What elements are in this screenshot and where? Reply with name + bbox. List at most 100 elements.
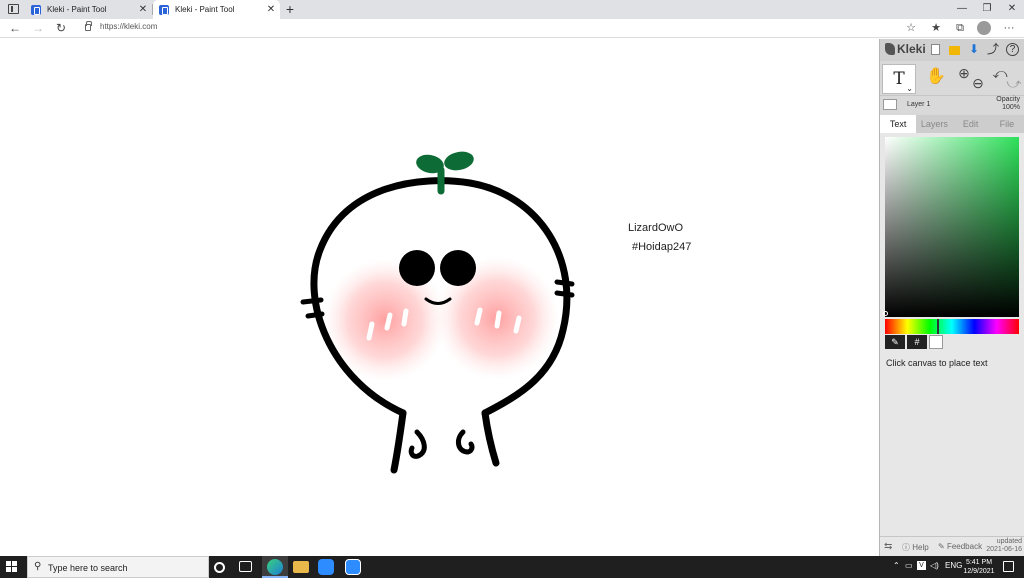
help-icon[interactable]: ? [1006, 43, 1019, 56]
kleki-side-panel: Kleki ⬇ ⤴ ? T ⌄ ✋ ⊕ ⊖ ⤺ ⤻ Layer 1 Opacit… [879, 39, 1024, 556]
tab-kleki-1[interactable]: Kleki - Paint Tool ✕ [25, 0, 152, 19]
feedback-label: Feedback [946, 542, 983, 551]
new-tab-button[interactable]: + [283, 1, 297, 17]
opacity-label: Opacity [996, 96, 1020, 103]
tab-actions-icon[interactable] [8, 4, 19, 14]
favorites-icon[interactable]: ★ [929, 21, 943, 35]
kleki-logo-icon [885, 43, 895, 55]
notification-icon[interactable] [1003, 561, 1014, 572]
hue-slider[interactable] [885, 319, 1019, 334]
text-tool-button[interactable]: T ⌄ [882, 64, 916, 94]
kleki-favicon-icon [159, 4, 169, 15]
more-icon[interactable]: ··· [1002, 21, 1016, 35]
zoom-out-icon[interactable]: ⊖ [970, 75, 986, 91]
taskbar-search-input[interactable]: ⚲ Type here to search [27, 556, 209, 578]
color-picker: ✎ # Click canvas to place text [880, 133, 1024, 556]
lock-icon[interactable] [85, 21, 92, 31]
hand-tool-icon[interactable]: ✋ [926, 69, 946, 85]
opacity-value: 100% [1002, 104, 1020, 111]
network-icon[interactable]: ▭ [905, 561, 913, 570]
tab-title: Kleki - Paint Tool [175, 5, 235, 14]
blush-line [384, 312, 393, 331]
download-icon[interactable]: ⬇ [967, 42, 981, 57]
tray-overflow-icon[interactable]: ⌃ [893, 561, 900, 570]
clock-date: 12/9/2021 [963, 568, 995, 575]
volume-icon[interactable]: ◁) [930, 561, 939, 570]
add-favorite-icon[interactable]: ☆ [904, 21, 918, 35]
redo-icon[interactable]: ⤻ [1006, 75, 1022, 91]
windows-start-icon[interactable] [6, 561, 18, 573]
tab-edit[interactable]: Edit [953, 115, 989, 133]
left-arm-mark [300, 297, 324, 305]
kleki-logo-text: Kleki [897, 42, 926, 56]
eyedropper-icon[interactable]: ✎ [885, 335, 905, 349]
tab-file[interactable]: File [989, 115, 1024, 133]
minimize-button[interactable]: — [950, 1, 974, 17]
left-foot [408, 429, 427, 459]
clock-time: 5:41 PM [965, 559, 993, 566]
panel-footer: ⇆ ⓘ Help ✎ Feedback updated 2021-06-16 [880, 536, 1024, 556]
tab-close-button[interactable]: ✕ [136, 4, 150, 15]
blush-line [513, 315, 522, 334]
open-file-icon[interactable] [949, 46, 960, 55]
zoom-icon[interactable] [318, 559, 334, 575]
swap-side-icon[interactable]: ⇆ [884, 541, 892, 552]
picker-actions: ✎ # [885, 335, 1019, 349]
file-explorer-icon[interactable] [293, 561, 309, 573]
address-bar: ← → ↻ https://kleki.com ☆ ★ ⧉ ··· [0, 19, 1024, 38]
task-view-icon[interactable] [239, 561, 252, 572]
text-tool-hint: Click canvas to place text [886, 358, 988, 368]
active-layer-row[interactable]: Layer 1 Opacity 100% [880, 95, 1024, 115]
zoom-meeting-icon[interactable] [345, 559, 361, 575]
tab-close-button[interactable]: ✕ [264, 4, 278, 15]
reload-button[interactable]: ↻ [53, 20, 69, 36]
share-icon[interactable]: ⤴ [986, 42, 1000, 57]
tab-kleki-2[interactable]: Kleki - Paint Tool ✕ [153, 0, 280, 19]
canvas-text-tag: #Hoidap247 [632, 241, 692, 253]
right-leg [481, 409, 500, 467]
feedback-link[interactable]: ✎ Feedback [938, 542, 982, 551]
profile-icon[interactable] [977, 21, 991, 35]
tab-layers[interactable]: Layers [916, 115, 952, 133]
layer-thumbnail [883, 99, 897, 110]
language-indicator[interactable]: ENG [945, 561, 962, 570]
drawing-canvas[interactable]: LizardOwO #Hoidap247 [0, 39, 879, 556]
help-label: Help [912, 543, 929, 552]
tab-title: Kleki - Paint Tool [47, 5, 107, 14]
right-arm-mark [554, 279, 575, 287]
vpn-icon[interactable]: V [917, 561, 926, 570]
left-arm-mark [305, 311, 325, 319]
layer-name: Layer 1 [907, 101, 931, 108]
hex-input-button[interactable]: # [907, 335, 927, 349]
system-clock[interactable]: 5:41 PM 12/9/2021 [962, 558, 996, 576]
chevron-down-icon[interactable]: ⌄ [906, 85, 913, 93]
collections-icon[interactable]: ⧉ [953, 21, 967, 35]
close-window-button[interactable]: ✕ [1000, 1, 1024, 17]
drawing [300, 151, 575, 474]
blush-line [401, 308, 409, 327]
search-placeholder: Type here to search [48, 563, 128, 573]
saturation-value-picker[interactable] [885, 137, 1019, 317]
cortana-icon[interactable] [214, 562, 225, 573]
kleki-logo[interactable]: Kleki [885, 42, 926, 56]
forward-button[interactable]: → [30, 20, 46, 36]
url-field[interactable]: https://kleki.com [100, 22, 157, 31]
color-cursor[interactable] [883, 311, 888, 316]
right-arm-mark [554, 290, 575, 298]
new-image-icon[interactable] [931, 44, 940, 55]
selected-color-swatch[interactable] [929, 335, 943, 349]
kleki-favicon-icon [31, 4, 41, 15]
edge-icon[interactable] [267, 559, 283, 575]
restore-button[interactable]: ❐ [975, 1, 999, 17]
updated-label: updated [996, 538, 1022, 545]
help-icon: ⓘ [902, 543, 913, 552]
layer-opacity: Opacity 100% [996, 96, 1020, 112]
canvas-text-name: LizardOwO [628, 222, 684, 234]
tool-row: T ⌄ ✋ ⊕ ⊖ ⤺ ⤻ [880, 61, 1024, 95]
help-link[interactable]: ⓘ Help [902, 542, 929, 553]
hue-slider-handle[interactable] [937, 319, 939, 334]
tab-text[interactable]: Text [880, 115, 917, 133]
browser-tab-strip: Kleki - Paint Tool ✕ Kleki - Paint Tool … [0, 0, 1024, 19]
back-button[interactable]: ← [7, 20, 23, 36]
updated-info: updated 2021-06-16 [986, 538, 1022, 554]
